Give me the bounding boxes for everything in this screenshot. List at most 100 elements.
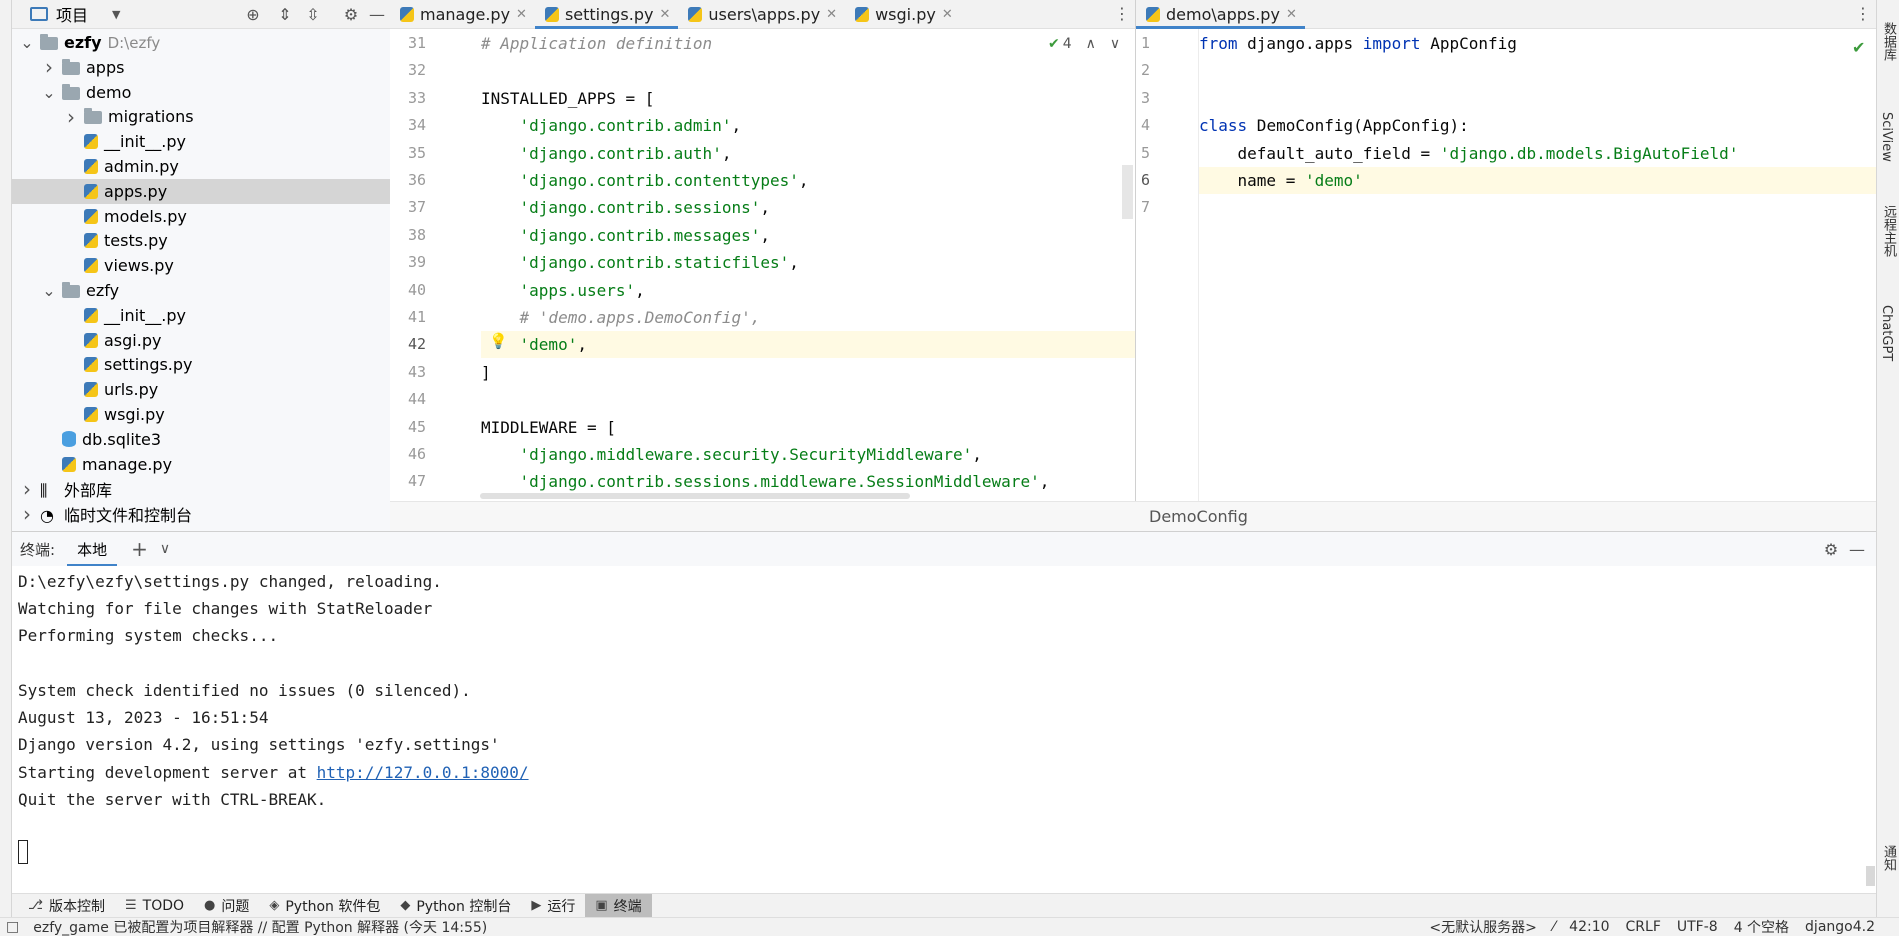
chevron-down-icon[interactable]: ⌄ bbox=[20, 33, 34, 52]
sidebar-tab-remote-host[interactable]: 远程主机 bbox=[1879, 205, 1898, 257]
terminal-title: 终端: bbox=[20, 540, 56, 559]
check-icon: ✔ bbox=[1048, 36, 1060, 52]
tree-item[interactable]: __init__.py bbox=[12, 129, 390, 154]
more-tabs-icon[interactable]: ⋮ bbox=[1850, 0, 1876, 26]
terminal-line: D:\ezfy\ezfy\settings.py changed, reload… bbox=[18, 572, 442, 591]
code-line: 'demo', bbox=[481, 331, 1136, 359]
python-file-icon bbox=[84, 407, 98, 422]
tool-window-python-packages[interactable]: ◈ Python 软件包 bbox=[259, 894, 390, 918]
sidebar-tab-sciview[interactable]: SciView bbox=[1879, 112, 1894, 162]
tree-item[interactable]: manage.py bbox=[12, 452, 390, 477]
tree-item[interactable]: __init__.py bbox=[12, 303, 390, 328]
terminal-line: Watching for file changes with StatReloa… bbox=[18, 599, 433, 618]
tree-item[interactable]: ⌄ ezfy bbox=[12, 278, 390, 303]
chevron-down-icon[interactable]: ∨ bbox=[160, 541, 170, 557]
close-icon[interactable]: ✕ bbox=[942, 7, 953, 22]
horizontal-scrollbar[interactable] bbox=[480, 493, 910, 499]
tree-item[interactable]: asgi.py bbox=[12, 328, 390, 353]
terminal-scrollbar[interactable] bbox=[1866, 866, 1875, 886]
left-editor-code[interactable]: # Application definition INSTALLED_APPS =… bbox=[481, 29, 1136, 501]
tree-item[interactable]: › apps bbox=[12, 55, 390, 80]
tree-item[interactable]: settings.py bbox=[12, 352, 390, 377]
tree-item[interactable]: wsgi.py bbox=[12, 402, 390, 427]
tree-item[interactable]: models.py bbox=[12, 204, 390, 229]
close-icon[interactable]: ✕ bbox=[1286, 7, 1297, 22]
status-encoding[interactable]: UTF-8 bbox=[1677, 919, 1718, 935]
tree-item[interactable]: apps.py bbox=[12, 178, 390, 204]
tree-item[interactable]: › ◔ 临时文件和控制台 bbox=[12, 501, 390, 526]
status-indent[interactable]: 4 个空格 bbox=[1734, 918, 1789, 936]
tree-item[interactable]: ⌄ ezfy D:\ezfy bbox=[12, 30, 390, 55]
tree-item-label: 外部库 bbox=[64, 480, 113, 500]
tree-item[interactable]: db.sqlite3 bbox=[12, 427, 390, 452]
close-icon[interactable]: ✕ bbox=[516, 7, 527, 22]
tree-item-label: db.sqlite3 bbox=[82, 429, 162, 449]
terminal-line: System check identified no issues (0 sil… bbox=[18, 681, 471, 700]
project-view-icon bbox=[30, 7, 48, 21]
minimize-icon[interactable]: — bbox=[1844, 536, 1870, 562]
python-console-icon: ◆ bbox=[400, 898, 411, 913]
status-toggle-icon[interactable]: □ bbox=[6, 919, 19, 935]
tree-item[interactable]: urls.py bbox=[12, 377, 390, 402]
tab-demo-apps-py[interactable]: demo\apps.py ✕ bbox=[1136, 0, 1305, 29]
chevron-right-icon[interactable]: › bbox=[64, 105, 78, 129]
project-panel-title[interactable]: 项目 bbox=[56, 2, 88, 26]
tool-window-todo[interactable]: ☰ TODO bbox=[115, 894, 194, 918]
tree-item[interactable]: tests.py bbox=[12, 228, 390, 253]
more-tabs-icon[interactable]: ⋮ bbox=[1109, 0, 1135, 26]
tab-wsgi-py[interactable]: wsgi.py ✕ bbox=[845, 0, 961, 28]
chevron-right-icon[interactable]: › bbox=[42, 55, 56, 79]
chevron-right-icon[interactable]: › bbox=[20, 502, 34, 526]
sidebar-tab-notifications[interactable]: 通知 bbox=[1879, 845, 1898, 871]
chevron-up-icon[interactable]: ∧ bbox=[1086, 36, 1096, 52]
tool-window-python-console[interactable]: ◆ Python 控制台 bbox=[390, 894, 521, 918]
code-line: 'django.contrib.sessions.middleware.Sess… bbox=[519, 472, 1050, 492]
status-interpreter[interactable]: django4.2 bbox=[1805, 919, 1875, 935]
chevron-down-icon[interactable]: ⌄ bbox=[42, 83, 56, 102]
gear-icon[interactable]: ⚙ bbox=[338, 1, 364, 27]
tool-window-problems[interactable]: ● 问题 bbox=[194, 894, 259, 918]
tool-window-run[interactable]: ▶ 运行 bbox=[521, 894, 585, 918]
expand-all-icon[interactable]: ⇕ bbox=[272, 1, 298, 27]
status-message[interactable]: ezfy_game 已被配置为项目解释器 // 配置 Python 解释器 (今… bbox=[33, 918, 487, 936]
tree-item[interactable]: ⌄ demo bbox=[12, 80, 390, 105]
chevron-down-icon[interactable]: ∨ bbox=[1110, 36, 1120, 52]
terminal-output[interactable]: D:\ezfy\ezfy\settings.py changed, reload… bbox=[12, 566, 1876, 888]
tool-window-vcs[interactable]: ⎇ 版本控制 bbox=[18, 894, 115, 918]
tree-item[interactable]: › ⫼ 外部库 bbox=[12, 476, 390, 501]
tool-window-terminal[interactable]: ▣ 终端 bbox=[585, 893, 652, 918]
gear-icon[interactable]: ⚙ bbox=[1818, 536, 1844, 562]
scratch-icon: ◔ bbox=[40, 505, 54, 525]
line-number: 7 bbox=[1140, 198, 1150, 217]
chevron-right-icon[interactable]: › bbox=[20, 477, 34, 501]
close-icon[interactable]: ✕ bbox=[659, 7, 670, 22]
collapse-all-icon[interactable]: ⇳ bbox=[300, 1, 326, 27]
status-position[interactable]: 42:10 bbox=[1569, 919, 1609, 935]
close-icon[interactable]: ✕ bbox=[826, 7, 837, 22]
tab-manage-py[interactable]: manage.py ✕ bbox=[390, 0, 535, 28]
editor-scrollbar[interactable] bbox=[1122, 165, 1133, 219]
chevron-down-icon[interactable]: ▼ bbox=[112, 8, 120, 21]
tab-settings-py[interactable]: settings.py ✕ bbox=[534, 0, 679, 29]
inspection-widget[interactable]: ✔ 4 ∧ ∨ bbox=[1048, 36, 1120, 52]
chevron-down-icon[interactable]: ⌄ bbox=[42, 281, 56, 300]
line-number: 40 bbox=[407, 280, 426, 299]
tab-users-apps-py[interactable]: users\apps.py ✕ bbox=[678, 0, 845, 28]
minimize-icon[interactable]: — bbox=[364, 1, 390, 27]
sidebar-tab-chatgpt[interactable]: ChatGPT bbox=[1879, 305, 1894, 361]
status-server[interactable]: <无默认服务器> bbox=[1429, 918, 1536, 936]
server-url-link[interactable]: http://127.0.0.1:8000/ bbox=[317, 763, 529, 782]
locate-icon[interactable]: ⊕ bbox=[240, 1, 266, 27]
tree-item[interactable]: › migrations bbox=[12, 104, 390, 129]
new-terminal-icon[interactable]: + bbox=[131, 537, 148, 561]
tree-item[interactable]: admin.py bbox=[12, 154, 390, 179]
breadcrumb-democonfig[interactable]: DemoConfig bbox=[1149, 507, 1248, 526]
terminal-tab-local[interactable]: 本地 bbox=[67, 532, 118, 567]
status-line-separator[interactable]: CRLF bbox=[1626, 919, 1661, 935]
right-editor-code[interactable]: from django.apps import AppConfig class D… bbox=[1199, 29, 1876, 501]
lightbulb-icon[interactable]: 💡 bbox=[489, 332, 508, 350]
tree-item[interactable]: views.py bbox=[12, 253, 390, 278]
sidebar-tab-database[interactable]: 数据库 bbox=[1879, 22, 1898, 61]
